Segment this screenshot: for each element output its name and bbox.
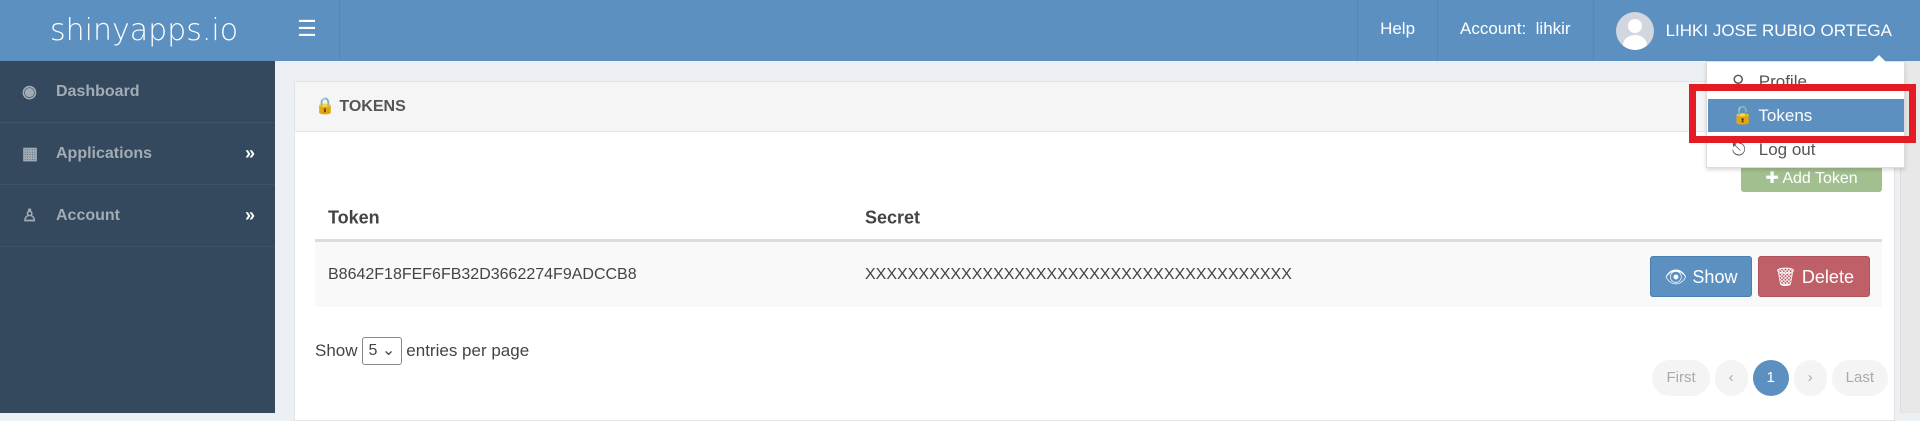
panel-title: TOKENS [339,98,406,115]
account-link[interactable]: Account: lihkir [1437,0,1593,61]
page-prev[interactable]: ‹ [1714,360,1748,396]
token-value: B8642F18FEF6FB32D3662274F9ADCCB8 [328,265,637,283]
sidebar-item-account[interactable]: ♙ Account » [0,185,275,247]
hamburger-icon[interactable]: ☰ [275,0,340,61]
top-header: shinyapps.io ☰ Help Account: lihkir LIHK… [0,0,1920,61]
show-label: Show [1692,267,1738,287]
sidebar-item-label: Account [56,206,120,224]
page-first[interactable]: First [1652,360,1710,396]
account-name: lihkir [1535,19,1571,38]
delete-button[interactable]: 🗑 Delete [1758,256,1870,297]
page-1[interactable]: 1 [1752,360,1789,396]
panel-header: 🔒 TOKENS [295,82,1894,132]
eye-icon: 👁 [1664,267,1688,287]
tokens-panel: 🔒 TOKENS ✚ Add Token Token Secret B8642F… [294,81,1895,421]
delete-label: Delete [1801,267,1854,287]
entries-value: 5 [368,342,378,359]
page-last[interactable]: Last [1831,360,1888,396]
add-token-button[interactable]: ✚ Add Token [1741,166,1882,192]
dashboard-icon: ◉ [22,81,37,101]
avatar [1615,11,1654,50]
user-menu[interactable]: LIHKI JOSE RUBIO ORTEGA [1592,0,1920,61]
add-token-label: Add Token [1782,170,1858,187]
column-token: Token [328,207,380,228]
chevron-double-right-icon: » [244,143,255,163]
trash-icon: 🗑 [1774,267,1797,287]
column-secret: Secret [865,207,921,228]
show-button[interactable]: 👁 Show [1650,256,1752,297]
entries-select[interactable]: 5 ⌄ [361,337,403,365]
chevron-double-right-icon: » [244,205,255,225]
table-header: Token Secret [315,197,1882,242]
user-name: LIHKI JOSE RUBIO ORTEGA [1665,20,1892,40]
account-label: Account: [1460,19,1527,38]
highlight-box [1689,84,1916,143]
user-icon: ♙ [22,205,38,225]
sidebar: ◉ Dashboard ▦ Applications » ♙ Account » [0,61,275,413]
entries-suffix: entries per page [406,341,530,360]
brand-logo[interactable]: shinyapps.io [0,0,275,61]
entries-prefix: Show [315,341,358,360]
sidebar-item-applications[interactable]: ▦ Applications » [0,123,275,185]
sidebar-item-label: Dashboard [56,82,140,100]
help-link[interactable]: Help [1357,0,1437,61]
pagination: First ‹ 1 › Last [1652,360,1888,396]
lock-icon: 🔒 [315,98,335,115]
table-row: B8642F18FEF6FB32D3662274F9ADCCB8 XXXXXXX… [315,242,1882,307]
entries-control: Show 5 ⌄ entries per page [315,337,529,365]
sidebar-item-dashboard[interactable]: ◉ Dashboard [0,61,275,123]
sidebar-item-label: Applications [56,144,153,162]
grid-icon: ▦ [22,143,39,163]
page-next[interactable]: › [1793,360,1827,396]
secret-value: XXXXXXXXXXXXXXXXXXXXXXXXXXXXXXXXXXXXXXXX [865,265,1292,283]
